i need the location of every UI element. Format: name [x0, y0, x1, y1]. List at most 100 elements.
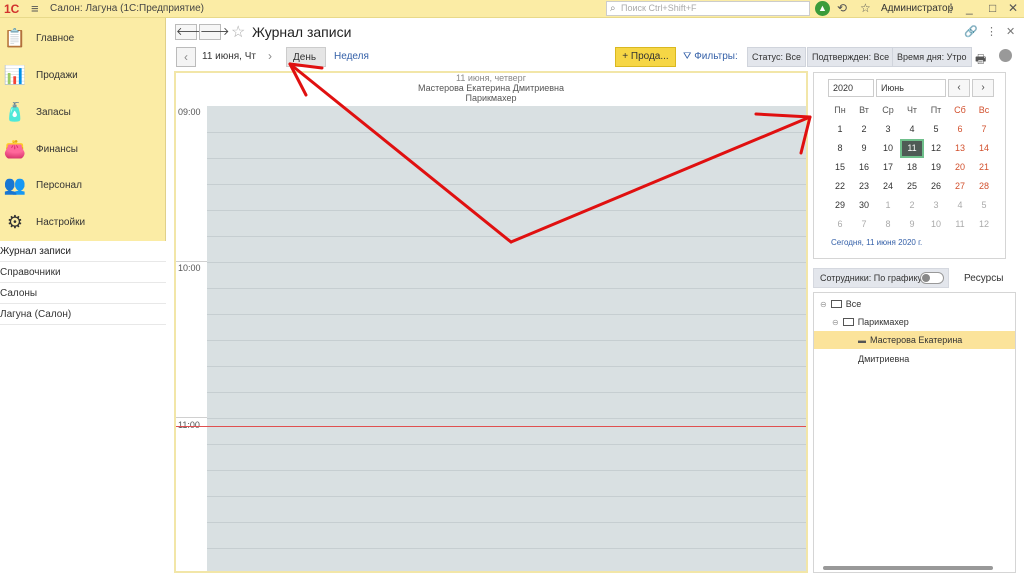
- schedule-slots[interactable]: [207, 106, 806, 571]
- sidebar-link-journal[interactable]: Журнал записи: [0, 241, 166, 262]
- print-icon[interactable]: 🖶: [975, 50, 986, 71]
- menu-icon[interactable]: ≡: [31, 1, 39, 16]
- tree-item-hairdresser[interactable]: ⊖ Парикмахер: [814, 313, 1015, 331]
- calendar-day[interactable]: 5: [972, 196, 996, 215]
- sidebar-link-salons[interactable]: Салоны: [0, 283, 166, 304]
- calendar-day[interactable]: 17: [876, 158, 900, 177]
- forward-button[interactable]: 🡒: [199, 24, 230, 40]
- calendar-day[interactable]: 10: [876, 139, 900, 158]
- sidebar-item-staff[interactable]: 👥 Персонал: [0, 167, 166, 204]
- daytime-filter[interactable]: Время дня: Утро: [892, 47, 972, 67]
- link-icon[interactable]: 🔗: [964, 25, 978, 38]
- view-day-button[interactable]: День: [286, 47, 326, 67]
- sidebar-item-settings[interactable]: ⚙ Настройки: [0, 204, 166, 241]
- calendar-day[interactable]: 22: [828, 177, 852, 196]
- horizontal-scrollbar[interactable]: [823, 566, 993, 570]
- calendar-day[interactable]: 11: [900, 139, 924, 158]
- calendar-day[interactable]: 9: [900, 215, 924, 234]
- today-link[interactable]: Сегодня, 11 июня 2020 г.: [831, 238, 922, 247]
- calendar-day[interactable]: 2: [900, 196, 924, 215]
- sidebar-item-label: Главное: [36, 33, 75, 44]
- calendar-day[interactable]: 27: [948, 177, 972, 196]
- calendar-day[interactable]: 4: [948, 196, 972, 215]
- more-icon[interactable]: ⋮: [986, 25, 997, 38]
- calendar-day[interactable]: 23: [852, 177, 876, 196]
- resources-tab[interactable]: Ресурсы: [964, 273, 1003, 284]
- calendar-day[interactable]: 21: [972, 158, 996, 177]
- stock-icon: 🧴: [3, 102, 27, 122]
- tree-item-all[interactable]: ⊖ Все: [814, 295, 1015, 313]
- minimize-icon[interactable]: _: [966, 1, 973, 15]
- sidebar-item-stock[interactable]: 🧴 Запасы: [0, 94, 166, 131]
- favorite-star-icon[interactable]: ☆: [231, 22, 245, 42]
- switch-knob: [922, 274, 930, 282]
- calendar-day[interactable]: 3: [876, 120, 900, 139]
- next-month-button[interactable]: ›: [972, 79, 994, 97]
- settings-icon[interactable]: [999, 49, 1012, 62]
- sidebar-link-laguna[interactable]: Лагуна (Салон): [0, 304, 166, 325]
- sidebar-item-finance[interactable]: 👛 Финансы: [0, 131, 166, 168]
- confirmed-filter[interactable]: Подтвержден: Все: [807, 47, 895, 67]
- sidebar-link-references[interactable]: Справочники: [0, 262, 166, 283]
- close-form-icon[interactable]: ✕: [1006, 25, 1015, 38]
- calendar-day[interactable]: 15: [828, 158, 852, 177]
- current-user[interactable]: Администратор: [881, 3, 953, 14]
- calendar-day[interactable]: 29: [828, 196, 852, 215]
- calendar-day[interactable]: 3: [924, 196, 948, 215]
- view-week-button[interactable]: Неделя: [328, 47, 375, 67]
- calendar-day[interactable]: 19: [924, 158, 948, 177]
- prev-month-button[interactable]: ‹: [948, 79, 970, 97]
- calendar-day[interactable]: 7: [852, 215, 876, 234]
- sidebar-item-main[interactable]: 📋 Главное: [0, 20, 166, 57]
- calendar-day[interactable]: 1: [876, 196, 900, 215]
- calendar-day[interactable]: 8: [876, 215, 900, 234]
- calendar-day[interactable]: 11: [948, 215, 972, 234]
- next-date-button[interactable]: ›: [268, 49, 272, 63]
- current-date[interactable]: 11 июня, Чт: [202, 51, 256, 62]
- calendar-day[interactable]: 12: [972, 215, 996, 234]
- calendar-day[interactable]: 24: [876, 177, 900, 196]
- back-button[interactable]: 🡐: [175, 24, 206, 40]
- staff-switch[interactable]: [920, 272, 944, 284]
- calendar-day[interactable]: 26: [924, 177, 948, 196]
- calendar-day[interactable]: 6: [948, 120, 972, 139]
- calendar-day[interactable]: 5: [924, 120, 948, 139]
- search-placeholder: Поиск Ctrl+Shift+F: [621, 3, 697, 13]
- close-icon[interactable]: ✕: [1008, 1, 1018, 15]
- collapse-icon[interactable]: ⊖: [832, 314, 839, 332]
- global-search-input[interactable]: ⌕ Поиск Ctrl+Shift+F: [606, 1, 810, 16]
- calendar-day[interactable]: 28: [972, 177, 996, 196]
- calendar-day[interactable]: 14: [972, 139, 996, 158]
- notification-icon[interactable]: ▲: [815, 1, 830, 16]
- calendar-day[interactable]: 20: [948, 158, 972, 177]
- sell-button[interactable]: + Прода...: [615, 47, 676, 67]
- calendar-day[interactable]: 1: [828, 120, 852, 139]
- calendar-day[interactable]: 12: [924, 139, 948, 158]
- weekday-header: Ср: [882, 105, 894, 115]
- weekday-header: Сб: [954, 105, 966, 115]
- tree-item-employee[interactable]: ▬ Мастерова Екатерина Дмитриевна: [814, 331, 1015, 364]
- calendar-day[interactable]: 9: [852, 139, 876, 158]
- calendar-day[interactable]: 2: [852, 120, 876, 139]
- year-select[interactable]: 2020: [828, 79, 874, 97]
- calendar-day[interactable]: 16: [852, 158, 876, 177]
- calendar-day[interactable]: 6: [828, 215, 852, 234]
- collapse-icon[interactable]: ⊖: [820, 296, 827, 314]
- calendar-day[interactable]: 13: [948, 139, 972, 158]
- calendar-day[interactable]: 4: [900, 120, 924, 139]
- calendar-day[interactable]: 30: [852, 196, 876, 215]
- calendar-day[interactable]: 8: [828, 139, 852, 158]
- prev-date-button[interactable]: ‹: [176, 47, 196, 67]
- status-filter[interactable]: Статус: Все: [747, 47, 806, 67]
- calendar-day[interactable]: 10: [924, 215, 948, 234]
- month-select[interactable]: Июнь: [876, 79, 946, 97]
- more-menu-icon[interactable]: ⋮: [945, 1, 957, 15]
- sidebar-item-sales[interactable]: 📊 Продажи: [0, 57, 166, 94]
- filters-label[interactable]: ⛛ Фильтры:: [683, 51, 738, 62]
- favorites-icon[interactable]: ☆: [860, 1, 871, 15]
- history-icon[interactable]: ⟲: [837, 1, 847, 15]
- calendar-day[interactable]: 7: [972, 120, 996, 139]
- maximize-icon[interactable]: □: [989, 1, 996, 15]
- calendar-day[interactable]: 25: [900, 177, 924, 196]
- calendar-day[interactable]: 18: [900, 158, 924, 177]
